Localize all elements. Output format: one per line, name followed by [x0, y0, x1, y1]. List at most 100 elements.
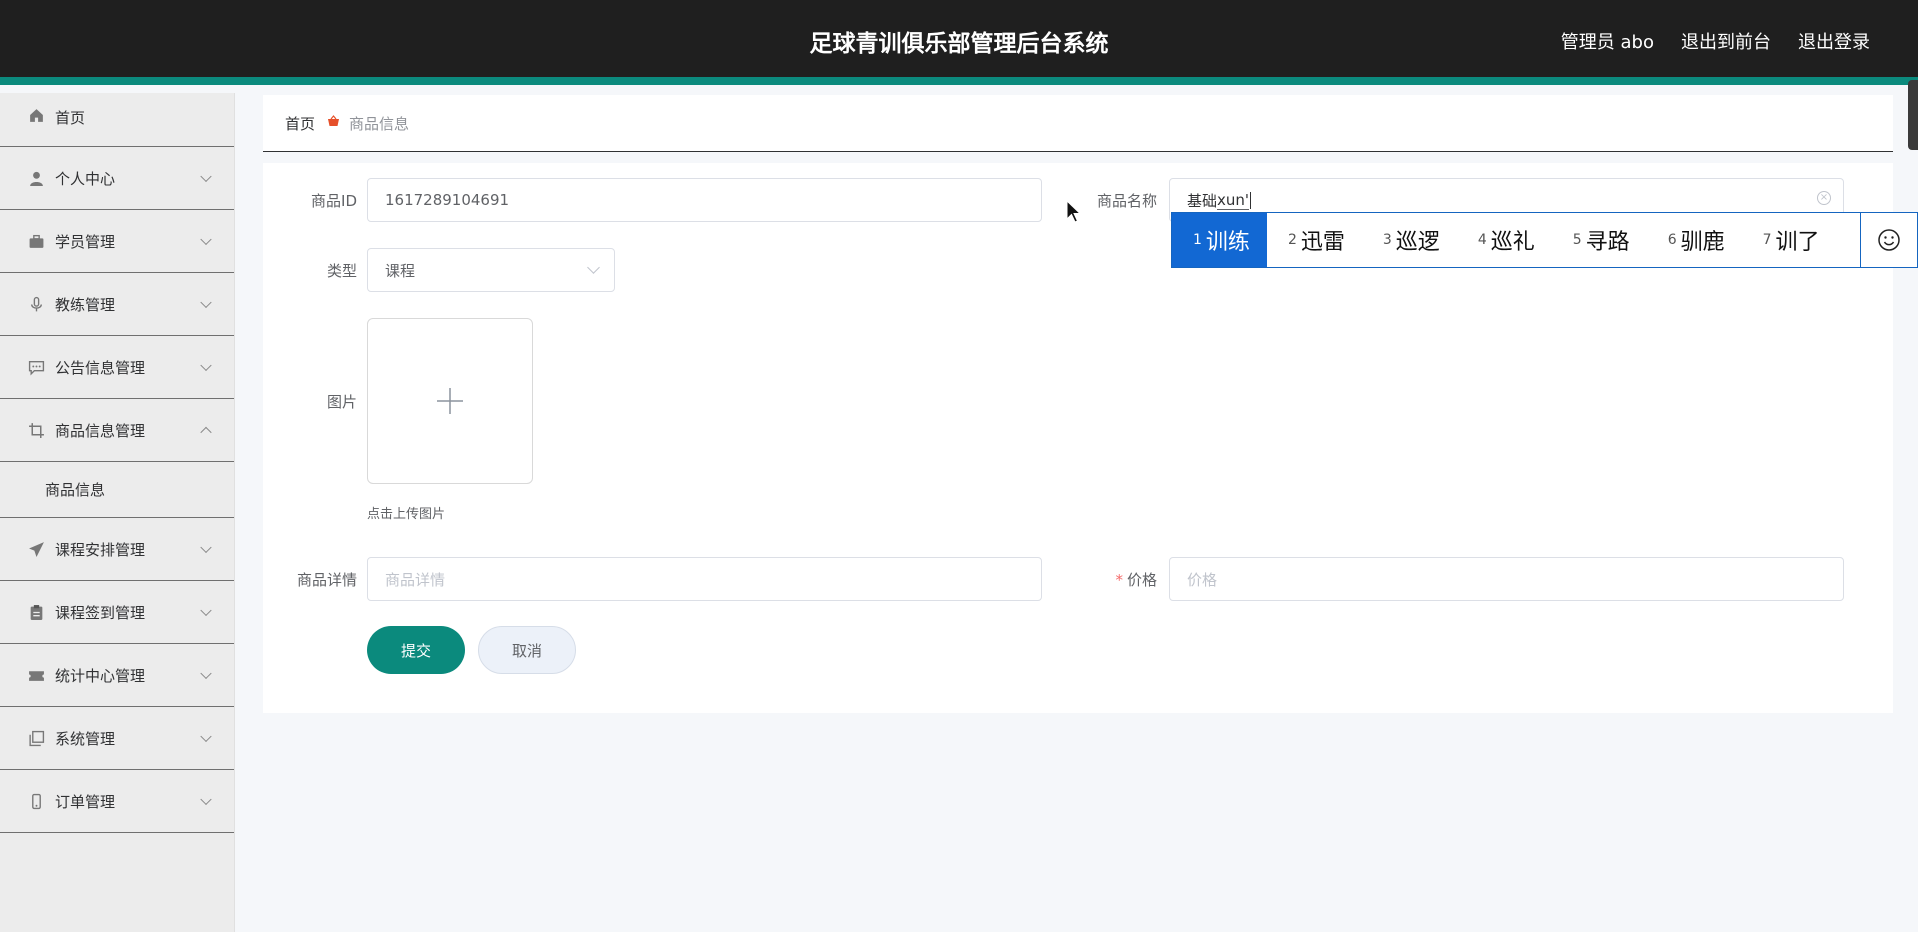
- chat-icon: [28, 359, 45, 376]
- basket-icon: [327, 115, 340, 131]
- sidebar-item-label: 公告信息管理: [55, 358, 146, 377]
- required-mark: *: [1115, 571, 1123, 589]
- chevron-down-icon: [200, 170, 212, 183]
- top-header: 足球青训俱乐部管理后台系统 管理员 abo 退出到前台 退出登录: [0, 0, 1918, 85]
- detail-input[interactable]: 商品详情: [367, 557, 1042, 601]
- sidebar-item-course-schedule[interactable]: 课程安排管理: [0, 518, 234, 581]
- sidebar: 首页 个人中心 学员管理 教练管理 公告信息管理 商品信息管理 商品信息 课程安…: [0, 93, 235, 932]
- candidate-text: 驯鹿: [1680, 230, 1725, 255]
- sidebar-item-orders[interactable]: 订单管理: [0, 770, 234, 833]
- ime-candidate[interactable]: 3 巡逻: [1362, 213, 1457, 267]
- chevron-down-icon: [587, 261, 600, 274]
- product-id-label: 商品ID: [311, 192, 357, 210]
- sidebar-item-label: 课程签到管理: [55, 603, 146, 622]
- sidebar-item-students[interactable]: 学员管理: [0, 210, 234, 273]
- price-input[interactable]: 价格: [1169, 557, 1844, 601]
- candidate-number: 7: [1762, 232, 1772, 248]
- sidebar-item-announcements[interactable]: 公告信息管理: [0, 336, 234, 399]
- candidate-number: 1: [1193, 232, 1202, 248]
- breadcrumb-current: 商品信息: [349, 114, 410, 133]
- chevron-down-icon: [200, 541, 212, 554]
- candidate-number: 2: [1287, 232, 1297, 248]
- header-links: 管理员 abo 退出到前台 退出登录: [1561, 28, 1870, 54]
- copy-icon: [28, 730, 45, 747]
- image-label: 图片: [326, 393, 357, 411]
- mouse-pointer-icon: [1066, 200, 1082, 223]
- breadcrumb: 首页 商品信息: [263, 95, 1893, 152]
- sidebar-item-label: 统计中心管理: [55, 666, 146, 685]
- ime-candidate[interactable]: 1 训练: [1172, 213, 1267, 267]
- home-icon: [28, 107, 45, 124]
- sidebar-item-profile[interactable]: 个人中心: [0, 147, 234, 210]
- admin-user-label[interactable]: 管理员 abo: [1561, 28, 1654, 54]
- chevron-down-icon: [200, 233, 212, 246]
- sidebar-item-label: 个人中心: [55, 169, 116, 188]
- chevron-down-icon: [200, 667, 212, 680]
- chevron-down-icon: [200, 296, 212, 309]
- ime-candidate[interactable]: 7 训了: [1742, 213, 1837, 267]
- candidate-number: 4: [1477, 232, 1487, 248]
- sidebar-subitem-product-info[interactable]: 商品信息: [0, 462, 234, 518]
- chevron-down-icon: [200, 793, 212, 806]
- type-select-value: 课程: [385, 261, 416, 280]
- chevron-down-icon: [200, 604, 212, 617]
- price-label-text: 价格: [1126, 571, 1157, 589]
- candidate-text: 训了: [1775, 230, 1820, 255]
- breadcrumb-home[interactable]: 首页: [285, 113, 315, 134]
- upload-tip: 点击上传图片: [367, 507, 446, 522]
- clear-icon[interactable]: ×: [1817, 191, 1831, 205]
- exit-to-frontend-link[interactable]: 退出到前台: [1681, 28, 1771, 54]
- logout-link[interactable]: 退出登录: [1798, 28, 1870, 54]
- candidate-text: 巡礼: [1490, 230, 1535, 255]
- candidate-number: 3: [1382, 232, 1392, 248]
- sidebar-item-system[interactable]: 系统管理: [0, 707, 234, 770]
- chevron-down-icon: [200, 730, 212, 743]
- sidebar-item-coaches[interactable]: 教练管理: [0, 273, 234, 336]
- candidate-text: 寻路: [1585, 230, 1630, 255]
- candidate-number: 5: [1572, 232, 1582, 248]
- smiley-icon[interactable]: [1860, 213, 1917, 267]
- candidate-text: 巡逻: [1395, 230, 1440, 255]
- image-uploader[interactable]: [367, 318, 533, 484]
- crop-icon: [28, 422, 45, 439]
- ime-candidate[interactable]: 4 巡礼: [1457, 213, 1552, 267]
- product-name-text: 基础: [1187, 191, 1218, 210]
- clipboard-icon: [28, 604, 45, 621]
- ime-composing-text: xun': [1217, 190, 1250, 210]
- briefcase-icon: [28, 233, 45, 250]
- submit-button[interactable]: 提交: [367, 626, 465, 674]
- plus-icon: [437, 388, 463, 414]
- detail-label: 商品详情: [296, 571, 357, 589]
- user-icon: [28, 170, 45, 187]
- sidebar-item-label: 系统管理: [55, 729, 116, 748]
- type-select[interactable]: 课程: [367, 248, 615, 292]
- ticket-icon: [28, 667, 45, 684]
- page-scrollbar[interactable]: [1908, 80, 1918, 150]
- ime-candidate[interactable]: 2 迅雷: [1267, 213, 1362, 267]
- cancel-button[interactable]: 取消: [478, 626, 576, 674]
- type-label: 类型: [326, 262, 357, 280]
- sidebar-item-products[interactable]: 商品信息管理: [0, 399, 234, 462]
- text-caret: [1250, 191, 1252, 209]
- sidebar-item-label: 课程安排管理: [55, 540, 146, 559]
- sidebar-item-label: 学员管理: [55, 232, 116, 251]
- candidate-number: 6: [1667, 232, 1677, 248]
- ime-candidate[interactable]: 6 驯鹿: [1647, 213, 1742, 267]
- ime-candidate[interactable]: 5 寻路: [1552, 213, 1647, 267]
- ime-candidate-window: 1 训练 2 迅雷 3 巡逻 4 巡礼 5 寻路 6 驯鹿 7 训了: [1171, 212, 1918, 268]
- sidebar-item-home[interactable]: 首页: [0, 93, 234, 147]
- chevron-down-icon: [200, 359, 212, 372]
- sidebar-item-label: 订单管理: [55, 792, 116, 811]
- candidate-text: 训练: [1205, 230, 1250, 255]
- microphone-icon: [28, 296, 45, 313]
- sidebar-item-label: 首页: [55, 109, 86, 127]
- price-label: * 价格: [1057, 569, 1157, 590]
- sidebar-item-label: 教练管理: [55, 295, 116, 314]
- send-icon: [28, 541, 45, 558]
- chevron-up-icon: [200, 426, 212, 439]
- product-id-input[interactable]: 1617289104691: [367, 178, 1042, 222]
- sidebar-item-label: 商品信息管理: [55, 421, 146, 440]
- sidebar-item-statistics[interactable]: 统计中心管理: [0, 644, 234, 707]
- sidebar-item-course-checkin[interactable]: 课程签到管理: [0, 581, 234, 644]
- candidate-text: 迅雷: [1300, 230, 1345, 255]
